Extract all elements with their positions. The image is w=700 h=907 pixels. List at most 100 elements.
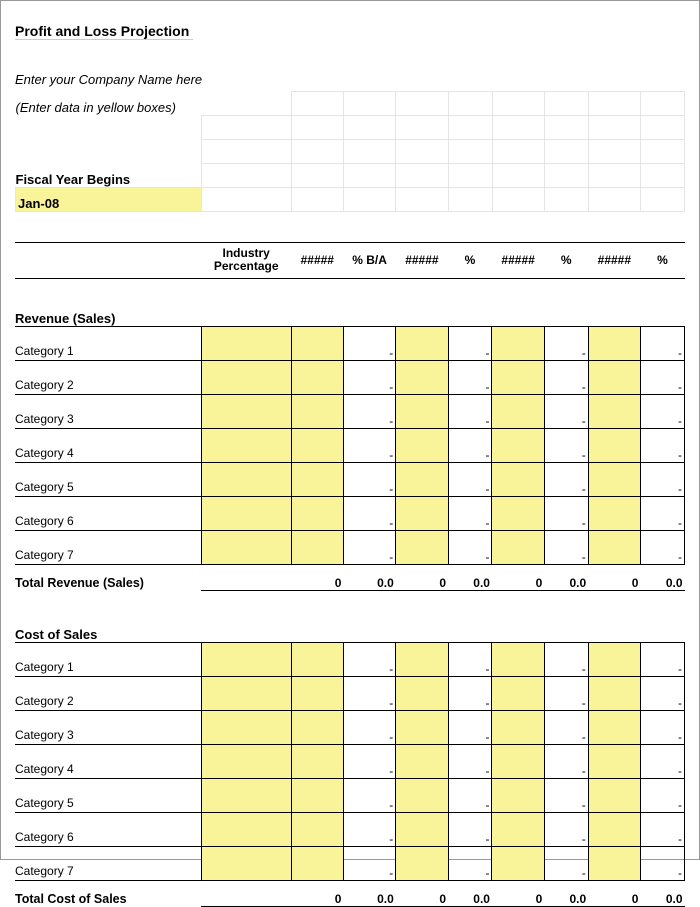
data-cell-input[interactable] [588,710,640,744]
data-cell-input[interactable] [588,846,640,880]
data-cell-input[interactable] [201,326,291,360]
data-cell-input[interactable] [291,496,343,530]
data-cell-input[interactable] [492,530,544,564]
data-cell-input[interactable] [492,394,544,428]
data-cell-input[interactable] [588,744,640,778]
data-cell-input[interactable] [492,326,544,360]
data-cell-input[interactable] [396,530,448,564]
data-cell-input[interactable] [201,428,291,462]
calc-cell: - [544,360,588,394]
data-cell-input[interactable] [201,360,291,394]
data-cell-input[interactable] [291,642,343,676]
data-cell-input[interactable] [396,846,448,880]
calc-cell: - [640,676,684,710]
data-cell-input[interactable] [588,676,640,710]
data-cell-input[interactable] [588,642,640,676]
calc-cell: - [544,394,588,428]
data-cell-input[interactable] [291,360,343,394]
data-cell-input[interactable] [396,394,448,428]
data-cell-input[interactable] [588,394,640,428]
spreadsheet: Profit and Loss Projection Enter your Co… [0,0,700,860]
data-cell-input[interactable] [396,326,448,360]
data-cell-input[interactable] [588,778,640,812]
data-cell-input[interactable] [396,710,448,744]
data-cell-input[interactable] [291,676,343,710]
data-cell-input[interactable] [588,812,640,846]
data-cell-input[interactable] [492,846,544,880]
data-cell-input[interactable] [291,812,343,846]
fiscal-year-input[interactable]: Jan-08 [16,188,202,212]
data-cell-input[interactable] [588,360,640,394]
data-cell-input[interactable] [492,428,544,462]
table-row: Category 4---- [15,744,685,778]
header-block: Profit and Loss Projection Enter your Co… [15,15,685,87]
calc-cell: - [343,496,395,530]
row-label: Category 4 [15,744,201,778]
data-cell-input[interactable] [396,778,448,812]
data-cell-input[interactable] [588,462,640,496]
data-cell-input[interactable] [291,744,343,778]
data-cell-input[interactable] [201,710,291,744]
calc-cell: - [448,744,492,778]
data-cell-input[interactable] [492,710,544,744]
calc-cell: - [448,360,492,394]
data-cell-input[interactable] [396,360,448,394]
data-cell-input[interactable] [291,326,343,360]
calc-cell: - [343,642,395,676]
calc-cell: - [544,462,588,496]
data-cell-input[interactable] [291,462,343,496]
calc-cell: - [640,326,684,360]
company-name-input[interactable]: Enter your Company Name here [15,63,685,87]
calc-cell: - [544,428,588,462]
data-cell-input[interactable] [492,778,544,812]
table-row: Category 2---- [15,676,685,710]
data-grid: Industry Percentage ##### % B/A ##### % … [15,242,685,907]
data-cell-input[interactable] [396,642,448,676]
data-cell-input[interactable] [201,846,291,880]
calc-cell: - [448,676,492,710]
data-cell-input[interactable] [492,462,544,496]
data-cell-input[interactable] [396,496,448,530]
data-cell-input[interactable] [201,462,291,496]
data-cell-input[interactable] [588,428,640,462]
data-cell-input[interactable] [588,326,640,360]
data-cell-input[interactable] [201,496,291,530]
data-cell-input[interactable] [291,846,343,880]
data-cell-input[interactable] [396,744,448,778]
data-cell-input[interactable] [291,530,343,564]
data-cell-input[interactable] [396,676,448,710]
data-cell-input[interactable] [201,642,291,676]
row-label: Category 5 [15,778,201,812]
calc-cell: - [448,812,492,846]
data-cell-input[interactable] [492,676,544,710]
calc-cell: - [640,642,684,676]
data-cell-input[interactable] [396,462,448,496]
table-row: Category 7---- [15,846,685,880]
data-cell-input[interactable] [201,812,291,846]
data-cell-input[interactable] [492,812,544,846]
calc-cell: - [544,676,588,710]
data-cell-input[interactable] [492,496,544,530]
data-cell-input[interactable] [492,642,544,676]
data-cell-input[interactable] [201,744,291,778]
data-cell-input[interactable] [291,778,343,812]
data-cell-input[interactable] [588,496,640,530]
table-row: Category 4---- [15,428,685,462]
data-cell-input[interactable] [201,530,291,564]
data-cell-input[interactable] [396,812,448,846]
table-row: Category 5---- [15,778,685,812]
data-cell-input[interactable] [492,360,544,394]
row-label: Category 3 [15,710,201,744]
data-cell-input[interactable] [201,676,291,710]
data-cell-input[interactable] [492,744,544,778]
data-cell-input[interactable] [588,530,640,564]
data-cell-input[interactable] [201,778,291,812]
col-industry-pct: Industry Percentage [201,242,291,278]
data-cell-input[interactable] [291,428,343,462]
data-cell-input[interactable] [396,428,448,462]
data-cell-input[interactable] [291,710,343,744]
table-row: Category 3---- [15,710,685,744]
data-cell-input[interactable] [291,394,343,428]
row-label: Category 1 [15,642,201,676]
data-cell-input[interactable] [201,394,291,428]
